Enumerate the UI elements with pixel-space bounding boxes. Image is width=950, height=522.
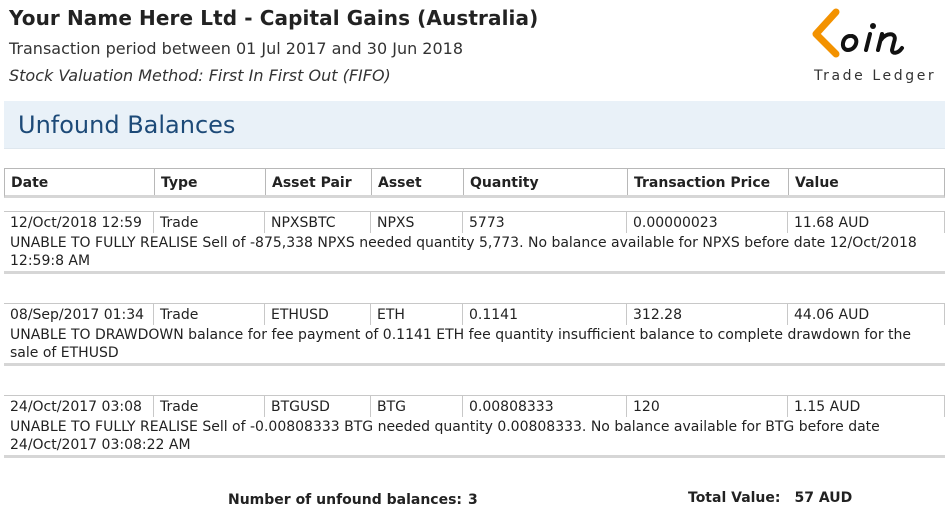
unfound-count-label: Number of unfound balances: bbox=[228, 492, 463, 508]
cell-asset: BTG bbox=[371, 396, 463, 417]
coin-logo-mark bbox=[812, 8, 904, 58]
column-header-transaction-price: Transaction Price bbox=[628, 169, 789, 195]
total-value-summary: Total Value: 57 AUD bbox=[688, 490, 852, 506]
cell-asset-pair: BTGUSD bbox=[265, 396, 371, 417]
cell-asset-pair: ETHUSD bbox=[265, 304, 371, 325]
row-error-message: UNABLE TO FULLY REALISE Sell of -875,338… bbox=[10, 235, 917, 269]
section-header: Unfound Balances bbox=[4, 101, 945, 149]
column-header-type: Type bbox=[155, 169, 266, 195]
cell-value: 11.68 AUD bbox=[788, 212, 945, 233]
section-title: Unfound Balances bbox=[18, 111, 236, 139]
cell-date: 08/Sep/2017 01:34 bbox=[4, 304, 154, 325]
row-error-message: UNABLE TO FULLY REALISE Sell of -0.00808… bbox=[10, 419, 880, 453]
table-header: Date Type Asset Pair Asset Quantity Tran… bbox=[4, 168, 945, 198]
cell-asset-pair: NPXSBTC bbox=[265, 212, 371, 233]
cell-type: Trade bbox=[154, 396, 265, 417]
cell-transaction-price: 312.28 bbox=[627, 304, 788, 325]
cell-quantity: 5773 bbox=[463, 212, 627, 233]
cell-date: 12/Oct/2018 12:59 bbox=[4, 212, 154, 233]
transaction-period: Transaction period between 01 Jul 2017 a… bbox=[9, 39, 464, 58]
valuation-method: Stock Valuation Method: First In First O… bbox=[9, 66, 391, 85]
cell-date: 24/Oct/2017 03:08 bbox=[4, 396, 154, 417]
column-header-date: Date bbox=[5, 169, 155, 195]
cell-type: Trade bbox=[154, 212, 265, 233]
cell-value: 1.15 AUD bbox=[788, 396, 945, 417]
cell-transaction-price: 120 bbox=[627, 396, 788, 417]
cell-quantity: 0.1141 bbox=[463, 304, 627, 325]
cell-transaction-price: 0.00000023 bbox=[627, 212, 788, 233]
company-title: Your Name Here Ltd - Capital Gains (Aust… bbox=[9, 6, 539, 30]
cell-asset: ETH bbox=[371, 304, 463, 325]
column-header-value: Value bbox=[795, 175, 839, 191]
cell-asset: NPXS bbox=[371, 212, 463, 233]
row-error-message: UNABLE TO DRAWDOWN balance for fee payme… bbox=[10, 327, 912, 361]
column-header-asset-pair: Asset Pair bbox=[266, 169, 372, 195]
table-row: 24/Oct/2017 03:08 Trade BTGUSD BTG 0.008… bbox=[4, 395, 945, 458]
coin-trade-ledger-logo: Trade Ledger bbox=[806, 4, 946, 88]
unfound-count-summary: Number of unfound balances: 3 bbox=[228, 492, 478, 508]
total-value-amount: 57 AUD bbox=[794, 490, 853, 506]
column-header-asset: Asset bbox=[372, 169, 464, 195]
cell-quantity: 0.00808333 bbox=[463, 396, 627, 417]
cell-type: Trade bbox=[154, 304, 265, 325]
cell-value: 44.06 AUD bbox=[788, 304, 945, 325]
report-header: Your Name Here Ltd - Capital Gains (Aust… bbox=[9, 6, 538, 86]
total-value-label: Total Value: bbox=[688, 490, 781, 506]
table-row: 08/Sep/2017 01:34 Trade ETHUSD ETH 0.114… bbox=[4, 303, 945, 366]
table-row: 12/Oct/2018 12:59 Trade NPXSBTC NPXS 577… bbox=[4, 211, 945, 274]
column-header-quantity: Quantity bbox=[464, 169, 628, 195]
unfound-count-value: 3 bbox=[468, 492, 478, 508]
logo-subtext: Trade Ledger bbox=[814, 68, 937, 84]
